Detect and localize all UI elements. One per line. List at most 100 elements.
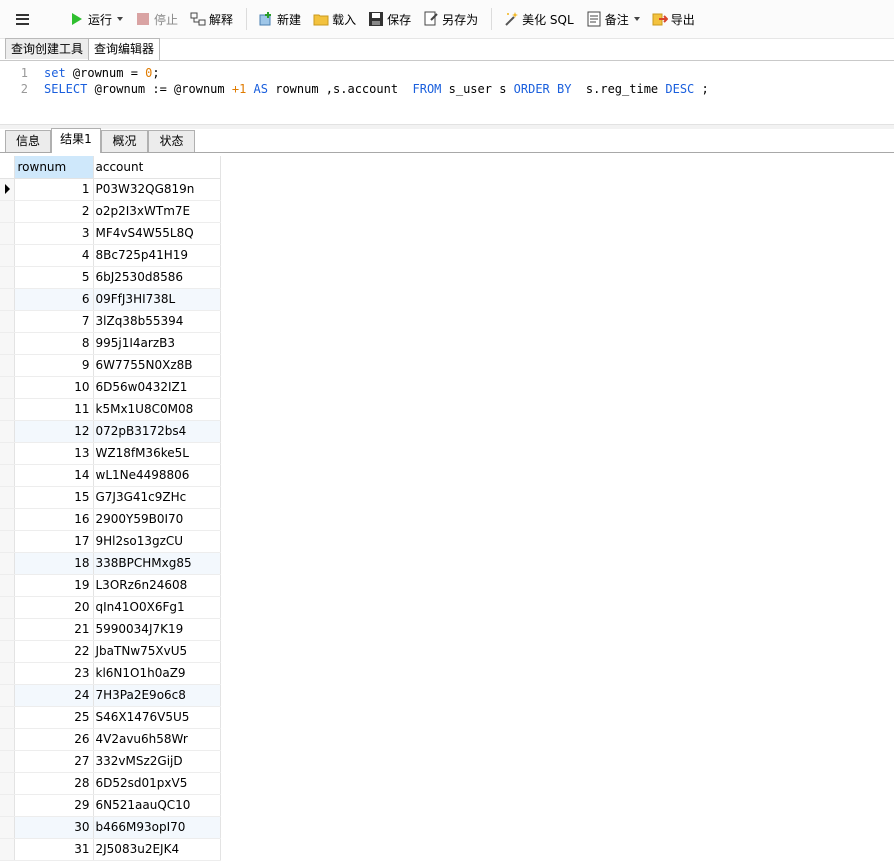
- cell-rownum[interactable]: 20: [14, 596, 94, 619]
- row-indicator[interactable]: [0, 310, 15, 333]
- cell-rownum[interactable]: 5: [14, 266, 94, 289]
- row-indicator[interactable]: [0, 530, 15, 553]
- cell-account[interactable]: 9Hl2so13gzCU: [93, 530, 221, 553]
- new-button[interactable]: 新建: [255, 7, 304, 31]
- row-indicator[interactable]: [0, 178, 15, 201]
- row-indicator[interactable]: [0, 794, 15, 817]
- comment-dropdown-icon[interactable]: [633, 17, 640, 21]
- tab-result-1[interactable]: 结果1: [51, 128, 101, 153]
- cell-rownum[interactable]: 23: [14, 662, 94, 685]
- cell-account[interactable]: 5990034J7K19: [93, 618, 221, 641]
- table-row[interactable]: 24 7H3Pa2E9o6c8: [0, 684, 221, 707]
- cell-account[interactable]: 6W7755N0Xz8B: [93, 354, 221, 377]
- cell-rownum[interactable]: 28: [14, 772, 94, 795]
- row-indicator[interactable]: [0, 816, 15, 839]
- table-row[interactable]: 12 072pB3172bs4: [0, 420, 221, 443]
- row-indicator[interactable]: [0, 552, 15, 575]
- cell-rownum[interactable]: 30: [14, 816, 94, 839]
- sql-editor[interactable]: 1 set @rownum = 0; 2 SELECT @rownum := @ro…: [0, 61, 894, 124]
- cell-rownum[interactable]: 7: [14, 310, 94, 333]
- cell-account[interactable]: 09FfJ3HI738L: [93, 288, 221, 311]
- table-row[interactable]: 13 WZ18fM36ke5L: [0, 442, 221, 465]
- result-grid[interactable]: rownum account 1 P03W32QG819n 2 o2p2I3xWTm7…: [0, 156, 221, 861]
- cell-account[interactable]: S46X1476V5U5: [93, 706, 221, 729]
- cell-rownum[interactable]: 25: [14, 706, 94, 729]
- comment-button[interactable]: 备注: [583, 7, 643, 31]
- cell-account[interactable]: 4V2avu6h58Wr: [93, 728, 221, 751]
- tab-query-builder[interactable]: 查询创建工具: [5, 38, 90, 59]
- cell-rownum[interactable]: 24: [14, 684, 94, 707]
- cell-rownum[interactable]: 18: [14, 552, 94, 575]
- table-row[interactable]: 22 JbaTNw75XvU5: [0, 640, 221, 663]
- cell-rownum[interactable]: 17: [14, 530, 94, 553]
- tab-profile[interactable]: 概况: [101, 130, 148, 152]
- run-dropdown-icon[interactable]: [117, 17, 124, 21]
- cell-rownum[interactable]: 9: [14, 354, 94, 377]
- table-row[interactable]: 26 4V2avu6h58Wr: [0, 728, 221, 751]
- row-indicator[interactable]: [0, 332, 15, 355]
- cell-rownum[interactable]: 11: [14, 398, 94, 421]
- cell-account[interactable]: 7H3Pa2E9o6c8: [93, 684, 221, 707]
- cell-rownum[interactable]: 14: [14, 464, 94, 487]
- table-row[interactable]: 14 wL1Ne4498806: [0, 464, 221, 487]
- row-indicator[interactable]: [0, 662, 15, 685]
- table-row[interactable]: 7 3lZq38b55394: [0, 310, 221, 333]
- table-row[interactable]: 10 6D56w0432IZ1: [0, 376, 221, 399]
- row-indicator[interactable]: [0, 508, 15, 531]
- cell-account[interactable]: 3lZq38b55394: [93, 310, 221, 333]
- table-row[interactable]: 18 338BPCHMxg85: [0, 552, 221, 575]
- cell-account[interactable]: JbaTNw75XvU5: [93, 640, 221, 663]
- cell-account[interactable]: WZ18fM36ke5L: [93, 442, 221, 465]
- row-indicator[interactable]: [0, 464, 15, 487]
- row-indicator[interactable]: [0, 574, 15, 597]
- row-indicator[interactable]: [0, 596, 15, 619]
- cell-account[interactable]: 6D52sd01pxV5: [93, 772, 221, 795]
- column-header-rownum[interactable]: rownum: [14, 156, 94, 179]
- row-indicator[interactable]: [0, 750, 15, 773]
- cell-account[interactable]: 072pB3172bs4: [93, 420, 221, 443]
- table-row[interactable]: 20 qIn41O0X6Fg1: [0, 596, 221, 619]
- cell-account[interactable]: wL1Ne4498806: [93, 464, 221, 487]
- cell-account[interactable]: b466M93opI70: [93, 816, 221, 839]
- row-indicator[interactable]: [0, 706, 15, 729]
- row-indicator[interactable]: [0, 618, 15, 641]
- row-indicator[interactable]: [0, 728, 15, 751]
- row-indicator[interactable]: [0, 376, 15, 399]
- cell-account[interactable]: 6D56w0432IZ1: [93, 376, 221, 399]
- cell-account[interactable]: 338BPCHMxg85: [93, 552, 221, 575]
- cell-rownum[interactable]: 10: [14, 376, 94, 399]
- cell-rownum[interactable]: 29: [14, 794, 94, 817]
- cell-rownum[interactable]: 13: [14, 442, 94, 465]
- table-row[interactable]: 5 6bJ2530d8586: [0, 266, 221, 289]
- table-row[interactable]: 9 6W7755N0Xz8B: [0, 354, 221, 377]
- cell-account[interactable]: 8Bc725p41H19: [93, 244, 221, 267]
- load-button[interactable]: 载入: [310, 7, 359, 31]
- cell-rownum[interactable]: 15: [14, 486, 94, 509]
- cell-rownum[interactable]: 8: [14, 332, 94, 355]
- row-indicator[interactable]: [0, 354, 15, 377]
- table-row[interactable]: 1 P03W32QG819n: [0, 178, 221, 201]
- row-indicator[interactable]: [0, 266, 15, 289]
- table-row[interactable]: 31 2J5083u2EJK4: [0, 838, 221, 861]
- save-as-button[interactable]: 另存为: [420, 7, 481, 31]
- cell-account[interactable]: 2J5083u2EJK4: [93, 838, 221, 861]
- column-header-account[interactable]: account: [93, 156, 221, 179]
- cell-account[interactable]: 6bJ2530d8586: [93, 266, 221, 289]
- table-row[interactable]: 6 09FfJ3HI738L: [0, 288, 221, 311]
- tab-query-editor[interactable]: 查询编辑器: [88, 38, 161, 60]
- cell-rownum[interactable]: 3: [14, 222, 94, 245]
- cell-account[interactable]: k5Mx1U8C0M08: [93, 398, 221, 421]
- cell-rownum[interactable]: 16: [14, 508, 94, 531]
- table-row[interactable]: 25 S46X1476V5U5: [0, 706, 221, 729]
- cell-rownum[interactable]: 12: [14, 420, 94, 443]
- row-indicator[interactable]: [0, 684, 15, 707]
- table-row[interactable]: 27 332vMSz2GijD: [0, 750, 221, 773]
- table-row[interactable]: 17 9Hl2so13gzCU: [0, 530, 221, 553]
- row-indicator[interactable]: [0, 838, 15, 861]
- run-button[interactable]: 运行: [66, 7, 126, 31]
- table-row[interactable]: 4 8Bc725p41H19: [0, 244, 221, 267]
- cell-rownum[interactable]: 4: [14, 244, 94, 267]
- cell-account[interactable]: L3ORz6n24608: [93, 574, 221, 597]
- row-indicator[interactable]: [0, 486, 15, 509]
- row-indicator[interactable]: [0, 640, 15, 663]
